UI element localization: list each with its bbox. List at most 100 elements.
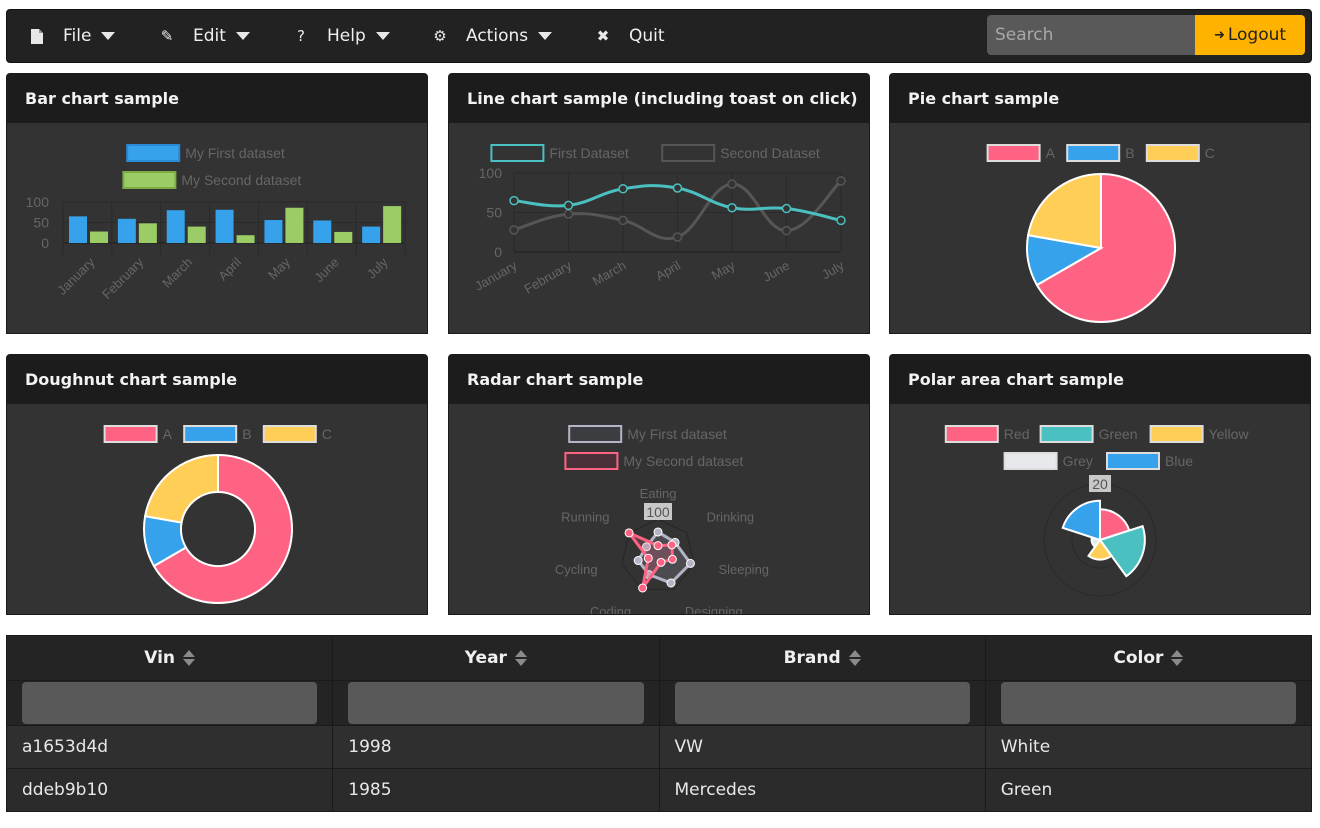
legend-swatch <box>986 144 1041 162</box>
doughnut-chart[interactable]: A B C <box>7 404 428 615</box>
radar-chart[interactable]: My First dataset My Second dataset Eating D… <box>449 404 870 615</box>
data-point <box>563 200 574 211</box>
bar <box>166 210 185 243</box>
radar-axis-label: Drinking <box>706 509 754 524</box>
column-header-vin[interactable]: Vin <box>5 635 334 681</box>
bar <box>264 220 283 243</box>
legend-swatch <box>1106 452 1160 470</box>
legend-label: Second Dataset <box>720 145 820 161</box>
column-label: Brand <box>783 648 841 668</box>
bar <box>138 223 157 243</box>
legend-swatch <box>126 144 181 162</box>
menu-help-label: Help <box>327 26 366 46</box>
pie-slice <box>143 453 219 524</box>
column-header-year[interactable]: Year <box>332 635 660 681</box>
data-point <box>633 556 643 566</box>
radar-axis-label: Running <box>561 509 609 524</box>
cell-year: 1985 <box>332 768 660 812</box>
cell-color: Green <box>984 768 1313 812</box>
chevron-down-icon <box>235 32 250 40</box>
header-row: Vin Year Brand Color <box>5 635 1313 681</box>
data-point <box>685 558 695 568</box>
line-chart[interactable]: First Dataset Second Dataset 100 50 0January… <box>449 123 870 334</box>
menu-quit[interactable]: ✖ Quit <box>595 10 665 62</box>
menu-help[interactable]: ? Help <box>293 10 390 62</box>
bar <box>285 207 304 243</box>
x-tick-label: March <box>590 258 629 289</box>
sort-icon[interactable] <box>183 649 196 667</box>
filter-color-input[interactable] <box>1000 682 1296 724</box>
data-point <box>656 557 666 567</box>
sort-icon[interactable] <box>514 649 527 667</box>
bar-chart-panel: Bar chart sample My First dataset My Seco… <box>6 73 428 334</box>
data-point <box>653 527 663 537</box>
legend-swatch <box>490 144 545 162</box>
filter-cell <box>5 680 334 726</box>
search-input[interactable] <box>987 15 1197 55</box>
x-tick-label: May <box>265 254 293 282</box>
x-tick-label: February <box>99 254 147 302</box>
filter-brand-input[interactable] <box>674 682 970 724</box>
gear-icon: ⚙ <box>433 27 447 45</box>
filter-row <box>5 680 1313 726</box>
menu-file[interactable]: File <box>29 10 116 62</box>
bar <box>90 231 108 243</box>
legend-swatch <box>568 425 623 443</box>
data-point <box>666 578 676 588</box>
data-point <box>672 183 683 193</box>
cell-vin: ddeb9b10 <box>5 768 334 812</box>
data-point <box>643 553 653 563</box>
data-point <box>781 203 792 214</box>
x-tick-label: June <box>760 258 792 285</box>
doughnut-chart-panel: Doughnut chart sample A B C <box>6 354 428 615</box>
data-point <box>624 528 634 538</box>
legend-label: Green <box>1099 426 1138 442</box>
legend-label: First Dataset <box>549 145 628 161</box>
x-tick-label: July <box>364 254 391 281</box>
chevron-down-icon <box>101 32 116 40</box>
data-point <box>672 232 683 242</box>
filter-year-input[interactable] <box>348 682 644 724</box>
legend-label: Blue <box>1165 453 1193 469</box>
radar-axis-label: Eating <box>640 486 677 501</box>
legend-swatch <box>944 425 999 443</box>
question-icon: ? <box>297 27 305 45</box>
cell-color: White <box>984 725 1313 769</box>
legend-swatch <box>1149 425 1204 443</box>
menu-edit[interactable]: ✎ Edit <box>159 10 250 62</box>
column-header-brand[interactable]: Brand <box>658 635 986 681</box>
pie-chart-panel: Pie chart sample A B C <box>889 73 1311 334</box>
data-point <box>638 583 648 593</box>
sort-icon[interactable] <box>1171 649 1184 667</box>
line-chart-panel: Line chart sample (including toast on cl… <box>448 73 870 334</box>
data-point <box>727 203 737 213</box>
legend-swatch <box>564 452 619 470</box>
data-point <box>618 215 628 226</box>
legend-swatch <box>1145 144 1200 162</box>
legend-swatch <box>1003 452 1058 470</box>
chevron-down-icon <box>538 32 553 40</box>
table-row[interactable]: a1653d4d 1998 VW White <box>5 725 1313 769</box>
x-tick-label: April <box>653 258 683 284</box>
table-row[interactable]: ddeb9b10 1985 Mercedes Green <box>5 768 1313 812</box>
radar-chart-panel: Radar chart sample My First dataset My Se… <box>448 354 870 615</box>
data-point <box>563 209 574 219</box>
polar-tick-label: 20 <box>1092 476 1108 492</box>
pie-slice <box>1026 172 1102 250</box>
bar-chart[interactable]: My First datasetMy Second dataset100500J… <box>7 123 428 334</box>
column-header-color[interactable]: Color <box>984 635 1313 681</box>
pie-chart[interactable]: A B C <box>890 123 1311 334</box>
x-tick-label: April <box>215 254 244 283</box>
logout-button[interactable]: ➜ Logout <box>1195 15 1305 55</box>
file-icon <box>29 28 45 44</box>
legend-swatch <box>1039 425 1094 443</box>
pencil-icon: ✎ <box>160 27 174 45</box>
polar-area-chart[interactable]: Red Green Yellow Grey Blue 20 <box>890 404 1311 615</box>
sign-out-icon: ➜ <box>1213 27 1225 43</box>
x-tick-label: February <box>521 257 574 296</box>
panel-title: Bar chart sample <box>7 74 427 123</box>
menu-actions[interactable]: ⚙ Actions <box>432 10 553 62</box>
sort-icon[interactable] <box>848 649 861 667</box>
filter-vin-input[interactable] <box>22 682 318 724</box>
legend-label: A <box>163 426 173 442</box>
